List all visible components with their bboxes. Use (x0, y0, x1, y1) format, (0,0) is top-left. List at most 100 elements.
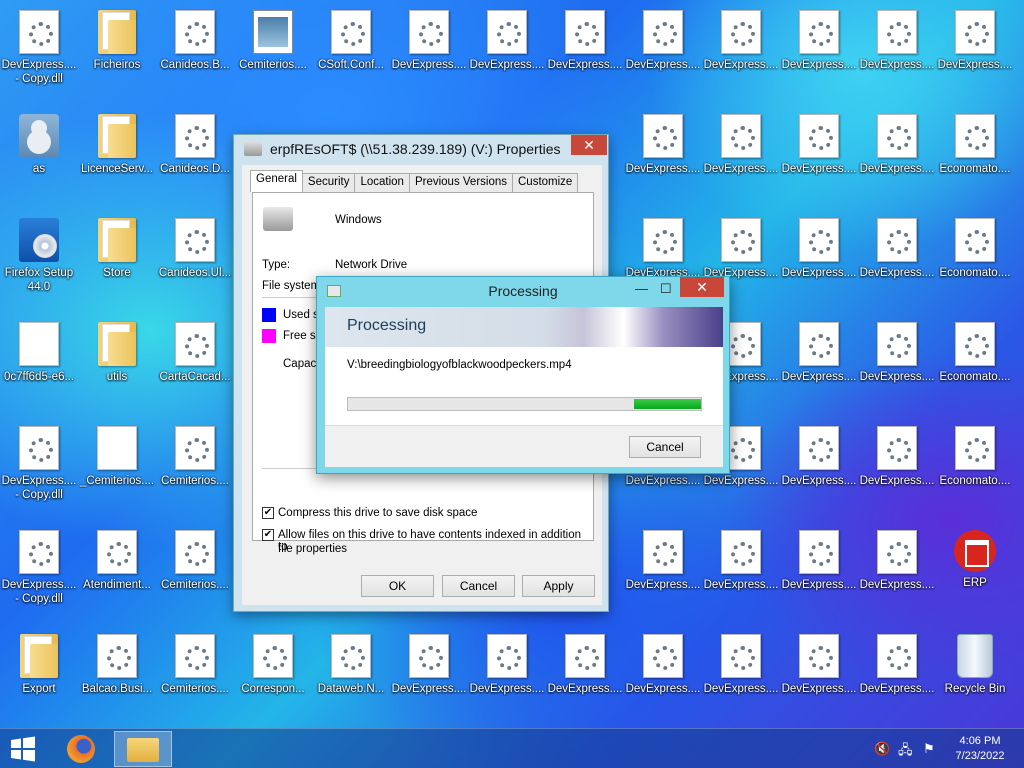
desktop-icon[interactable]: DevExpress.... (546, 0, 624, 100)
desktop-icon[interactable]: DevExpress.... (858, 520, 936, 620)
user-file-icon (19, 114, 59, 158)
apply-button[interactable]: Apply (522, 575, 595, 597)
desktop-icon[interactable]: DevExpress.... (624, 624, 702, 724)
desktop-icon[interactable]: Canideos.Ul... (156, 208, 234, 308)
desktop-icon[interactable]: Cemiterios.... (156, 624, 234, 724)
speaker-muted-icon[interactable]: 🔇 (874, 741, 890, 757)
tab-customize[interactable]: Customize (512, 173, 579, 192)
properties-close-button[interactable]: ✕ (571, 135, 607, 155)
desktop-icon[interactable]: DevExpress.... (780, 0, 858, 100)
file-system-label: File system: (262, 280, 324, 292)
desktop-icon[interactable]: Economato.... (936, 312, 1014, 412)
tab-general[interactable]: General (250, 170, 303, 192)
tab-location[interactable]: Location (354, 173, 410, 192)
cancel-button[interactable]: Cancel (442, 575, 515, 597)
desktop-icon[interactable]: DevExpress.... (858, 312, 936, 412)
desktop-icon[interactable]: Store (78, 208, 156, 308)
maximize-button[interactable]: ☐ (660, 281, 672, 297)
desktop-icon[interactable]: DevExpress.... (702, 520, 780, 620)
desktop-icon[interactable]: Economato.... (936, 104, 1014, 204)
dll-file-icon (643, 218, 683, 262)
desktop-icon[interactable]: DevExpress.... (858, 624, 936, 724)
network-icon[interactable]: 🖧 (898, 741, 913, 763)
desktop-icon[interactable]: DevExpress.... - Copy.dll (0, 520, 78, 620)
desktop-icon[interactable]: CartaCacad... (156, 312, 234, 412)
desktop-icon[interactable]: DevExpress.... (780, 104, 858, 204)
folder-file-icon (98, 322, 136, 366)
firefox-taskbar-button[interactable] (62, 731, 100, 767)
dll-file-icon (175, 218, 215, 262)
desktop-icon[interactable]: ERP (936, 520, 1014, 620)
desktop-icon[interactable]: Canideos.B... (156, 0, 234, 100)
desktop-icon[interactable]: DevExpress.... (390, 624, 468, 724)
desktop-icon[interactable]: DevExpress.... (546, 624, 624, 724)
desktop-icon[interactable]: DevExpress.... (624, 520, 702, 620)
desktop-icon[interactable]: DevExpress.... (780, 312, 858, 412)
dll-file-icon (175, 10, 215, 54)
desktop-icon-label: Canideos.D... (160, 163, 230, 175)
desktop-icon[interactable]: Dataweb.N... (312, 624, 390, 724)
desktop-icon[interactable]: DevExpress.... (858, 0, 936, 100)
tab-previous-versions[interactable]: Previous Versions (408, 173, 513, 192)
desktop-icon[interactable]: DevExpress.... (780, 416, 858, 516)
desktop-icon[interactable]: Correspon... (234, 624, 312, 724)
desktop-icon[interactable]: DevExpress.... - Copy.dll (0, 416, 78, 516)
tab-security[interactable]: Security (301, 173, 356, 192)
firefox-icon (67, 735, 95, 763)
desktop-icon[interactable]: DevExpress.... (780, 208, 858, 308)
ok-button[interactable]: OK (361, 575, 434, 597)
dll-file-icon (487, 634, 527, 678)
desktop-icon[interactable]: LicenceServ... (78, 104, 156, 204)
desktop-icon[interactable]: _Cemiterios.... (78, 416, 156, 516)
desktop-icon[interactable]: DevExpress.... (858, 208, 936, 308)
index-label-line2: file properties (278, 543, 348, 555)
desktop-icon[interactable]: Atendiment... (78, 520, 156, 620)
explorer-taskbar-button[interactable] (114, 731, 172, 767)
start-button[interactable] (8, 731, 40, 767)
desktop-icon[interactable]: DevExpress.... (468, 0, 546, 100)
desktop-icon[interactable]: DevExpress.... (624, 104, 702, 204)
desktop-icon[interactable]: Cemiterios.... (156, 520, 234, 620)
desktop-icon[interactable]: DevExpress.... (858, 416, 936, 516)
desktop-icon[interactable]: Export (0, 624, 78, 724)
desktop-icon[interactable]: DevExpress.... (702, 104, 780, 204)
desktop-icon[interactable]: DevExpress.... (858, 104, 936, 204)
properties-tabs: General Security Location Previous Versi… (250, 170, 579, 192)
desktop-icon[interactable]: DevExpress.... (936, 0, 1014, 100)
desktop-icon[interactable]: DevExpress.... (702, 0, 780, 100)
desktop-icon[interactable]: Economato.... (936, 416, 1014, 516)
desktop-icon[interactable]: utils (78, 312, 156, 412)
processing-close-button[interactable]: ✕ (680, 277, 724, 297)
desktop-icon[interactable]: DevExpress.... - Copy.dll (0, 0, 78, 100)
dll-file-icon (253, 634, 293, 678)
dll-file-icon (877, 634, 917, 678)
desktop-icon[interactable]: as (0, 104, 78, 204)
desktop-icon[interactable]: Balcao.Busi... (78, 624, 156, 724)
desktop-icon[interactable]: DevExpress.... (624, 0, 702, 100)
desktop-icon[interactable]: CSoft.Conf... (312, 0, 390, 100)
action-center-flag-icon[interactable]: ⚑ (923, 741, 935, 757)
compress-checkbox[interactable]: ✔ (262, 507, 274, 519)
processing-footer: Cancel (325, 425, 723, 467)
desktop-icon[interactable]: DevExpress.... (468, 624, 546, 724)
desktop-icon[interactable]: Firefox Setup 44.0 (0, 208, 78, 308)
minimize-button[interactable]: — (635, 281, 648, 296)
properties-titlebar[interactable]: erpfREsOFT$ (\\51.38.239.189) (V:) Prope… (244, 141, 561, 157)
index-checkbox[interactable]: ✔ (262, 529, 274, 541)
clock-time: 4:06 PM (959, 735, 1001, 747)
processing-cancel-button[interactable]: Cancel (629, 436, 701, 458)
dll-file-icon (799, 218, 839, 262)
desktop-icon[interactable]: Cemiterios.... (234, 0, 312, 100)
desktop-icon[interactable]: DevExpress.... (390, 0, 468, 100)
desktop-icon[interactable]: Cemiterios.... (156, 416, 234, 516)
desktop-icon[interactable]: Economato.... (936, 208, 1014, 308)
desktop-icon[interactable]: Ficheiros (78, 0, 156, 100)
desktop-icon[interactable]: DevExpress.... (702, 624, 780, 724)
desktop-icon[interactable]: DevExpress.... (780, 624, 858, 724)
desktop-icon[interactable]: DevExpress.... (780, 520, 858, 620)
clock[interactable]: 4:06 PM 7/23/2022 (950, 735, 1010, 762)
desktop-icon[interactable]: 0c7ff6d5-e6... (0, 312, 78, 412)
desktop-icon[interactable]: Canideos.D... (156, 104, 234, 204)
setup-file-icon (19, 218, 59, 262)
desktop-icon[interactable]: Recycle Bin (936, 624, 1014, 724)
